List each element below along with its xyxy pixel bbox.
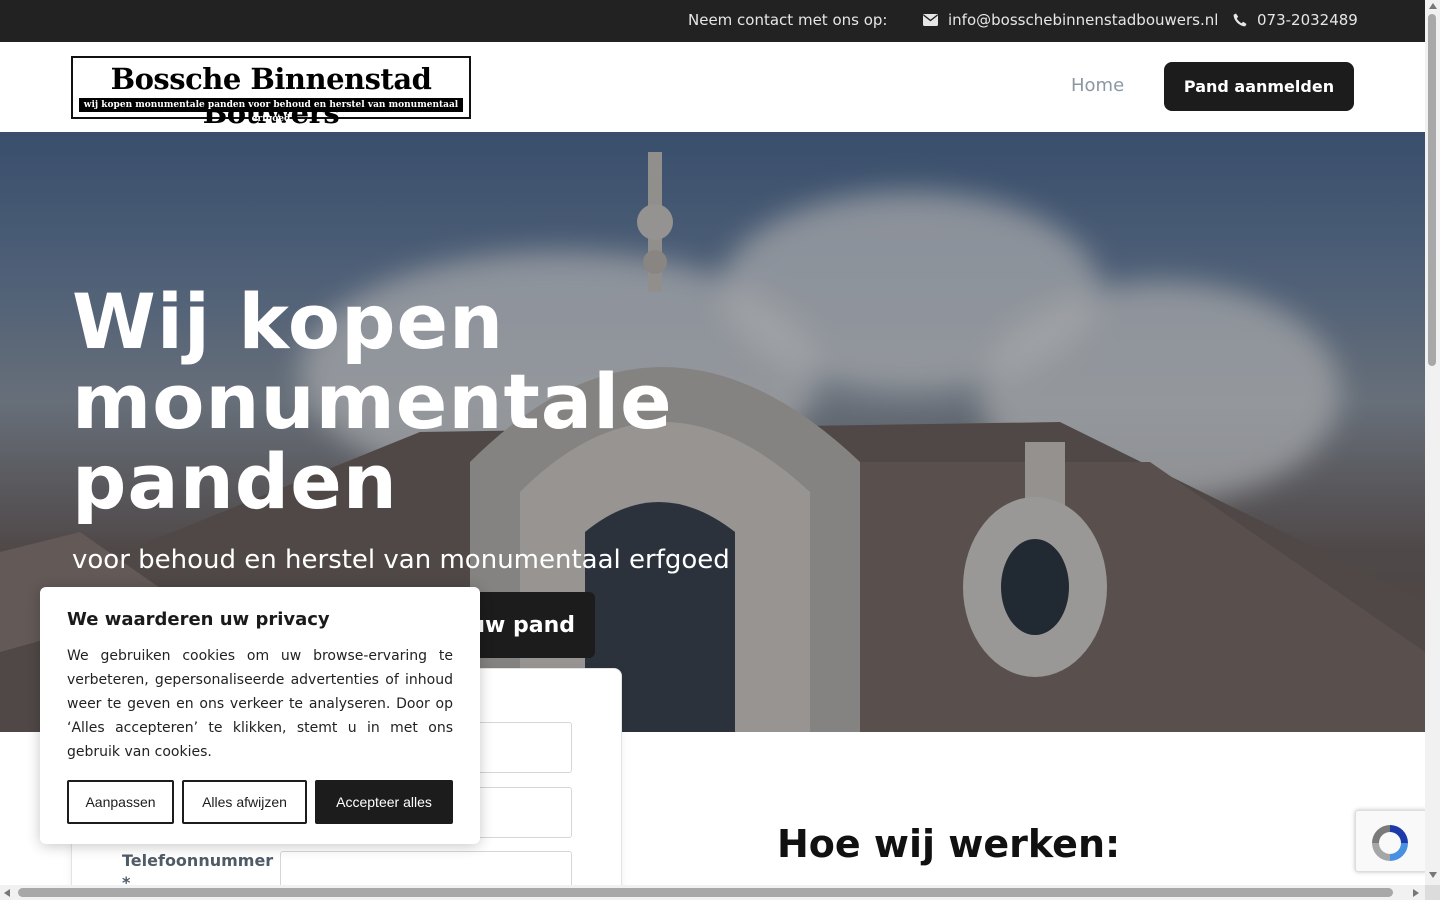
horizontal-scroll-thumb[interactable]	[18, 888, 1393, 897]
site-logo[interactable]: Bossche Binnenstad Bouwers wij kopen mon…	[71, 56, 471, 130]
vertical-scroll-thumb[interactable]	[1428, 14, 1436, 366]
horizontal-scrollbar[interactable]	[0, 885, 1425, 900]
logo-tagline: wij kopen monumentale panden voor behoud…	[79, 98, 463, 124]
scroll-right-arrow-icon[interactable]	[1413, 889, 1419, 897]
nav-home-link[interactable]: Home	[1071, 75, 1124, 96]
scrollbar-corner	[1425, 885, 1440, 900]
cookie-consent-banner: We waarderen uw privacy We gebruiken coo…	[40, 587, 480, 844]
page: Neem contact met ons op: info@bosschebin…	[0, 0, 1425, 885]
vertical-scrollbar[interactable]	[1425, 0, 1440, 885]
register-property-button[interactable]: Pand aanmelden	[1164, 62, 1354, 111]
envelope-icon	[923, 14, 938, 26]
recaptcha-badge[interactable]	[1355, 810, 1425, 872]
cookie-title: We waarderen uw privacy	[67, 609, 330, 630]
cookie-customize-button[interactable]: Aanpassen	[67, 780, 174, 824]
cookie-accept-button[interactable]: Accepteer alles	[315, 780, 453, 824]
scroll-up-arrow-icon[interactable]	[1429, 3, 1437, 9]
hero-title: Wij kopen monumentale panden	[72, 277, 673, 526]
phone-text: 073-2032489	[1257, 11, 1358, 29]
hero-subtitle: voor behoud en herstel van monumentaal e…	[72, 545, 730, 575]
recaptcha-icon	[1368, 821, 1412, 869]
scroll-down-arrow-icon[interactable]	[1429, 872, 1437, 878]
phone-icon	[1233, 13, 1247, 27]
contact-label: Neem contact met ons op:	[688, 11, 888, 29]
email-text: info@bosschebinnenstadbouwers.nl	[948, 11, 1219, 29]
cookie-text: We gebruiken cookies om uw browse-ervari…	[67, 648, 453, 760]
phone-label: Telefoonnummer *	[122, 850, 282, 885]
how-we-work-title: Hoe wij werken:	[777, 822, 1121, 866]
email-link[interactable]: info@bosschebinnenstadbouwers.nl	[923, 11, 1218, 29]
phone-label-text: Telefoonnummer *	[122, 851, 274, 885]
contact-bar: Neem contact met ons op: info@bosschebin…	[0, 0, 1425, 42]
site-header: Bossche Binnenstad Bouwers wij kopen mon…	[0, 42, 1425, 132]
cookie-reject-button[interactable]: Alles afwijzen	[182, 780, 307, 824]
scroll-left-arrow-icon[interactable]	[4, 889, 10, 897]
phone-input[interactable]	[280, 851, 572, 885]
phone-link[interactable]: 073-2032489	[1233, 11, 1358, 29]
